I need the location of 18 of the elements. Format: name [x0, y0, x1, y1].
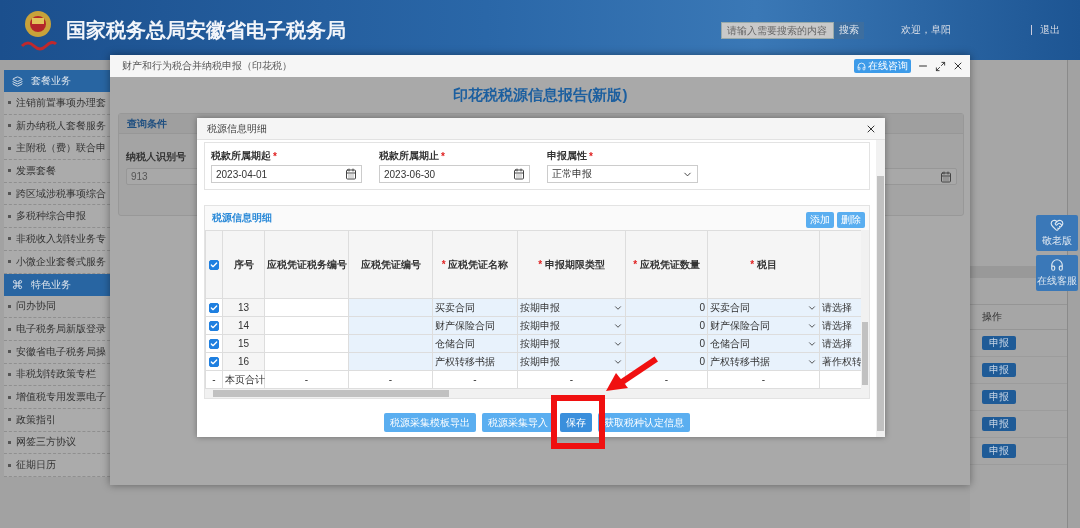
report-heading: 印花税税源信息报告(新版)	[452, 85, 628, 105]
field-label: 税款所属期起 *	[211, 149, 278, 163]
table-header-cell: 应税凭证编号	[348, 230, 433, 299]
dialog-title: 税源信息明细	[207, 121, 267, 136]
table-header-cell: 应税凭证税务编号	[264, 230, 349, 299]
greeting-text: 欢迎，阜阳	[901, 23, 951, 37]
table-header-cell: * 税目	[707, 230, 820, 299]
panel-title: 查询条件	[127, 116, 167, 131]
table-header-cell: * 应税凭证数量	[625, 230, 708, 299]
modal-title: 财产和行为税合并纳税申报（印花税）	[122, 59, 292, 73]
table-header-cell: 序号	[222, 230, 265, 299]
section-title: 税源信息明细	[212, 211, 272, 225]
table-header-cell: * 应税凭证名称	[432, 230, 518, 299]
table-header-cell: * 申报期限类型	[517, 230, 626, 299]
field-label: 纳税人识别号	[126, 150, 186, 164]
field-label: 申报属性 *	[547, 149, 594, 163]
site-title: 国家税务总局安徽省电子税务局	[66, 17, 346, 43]
field-label: 税款所属期止 *	[379, 149, 446, 163]
